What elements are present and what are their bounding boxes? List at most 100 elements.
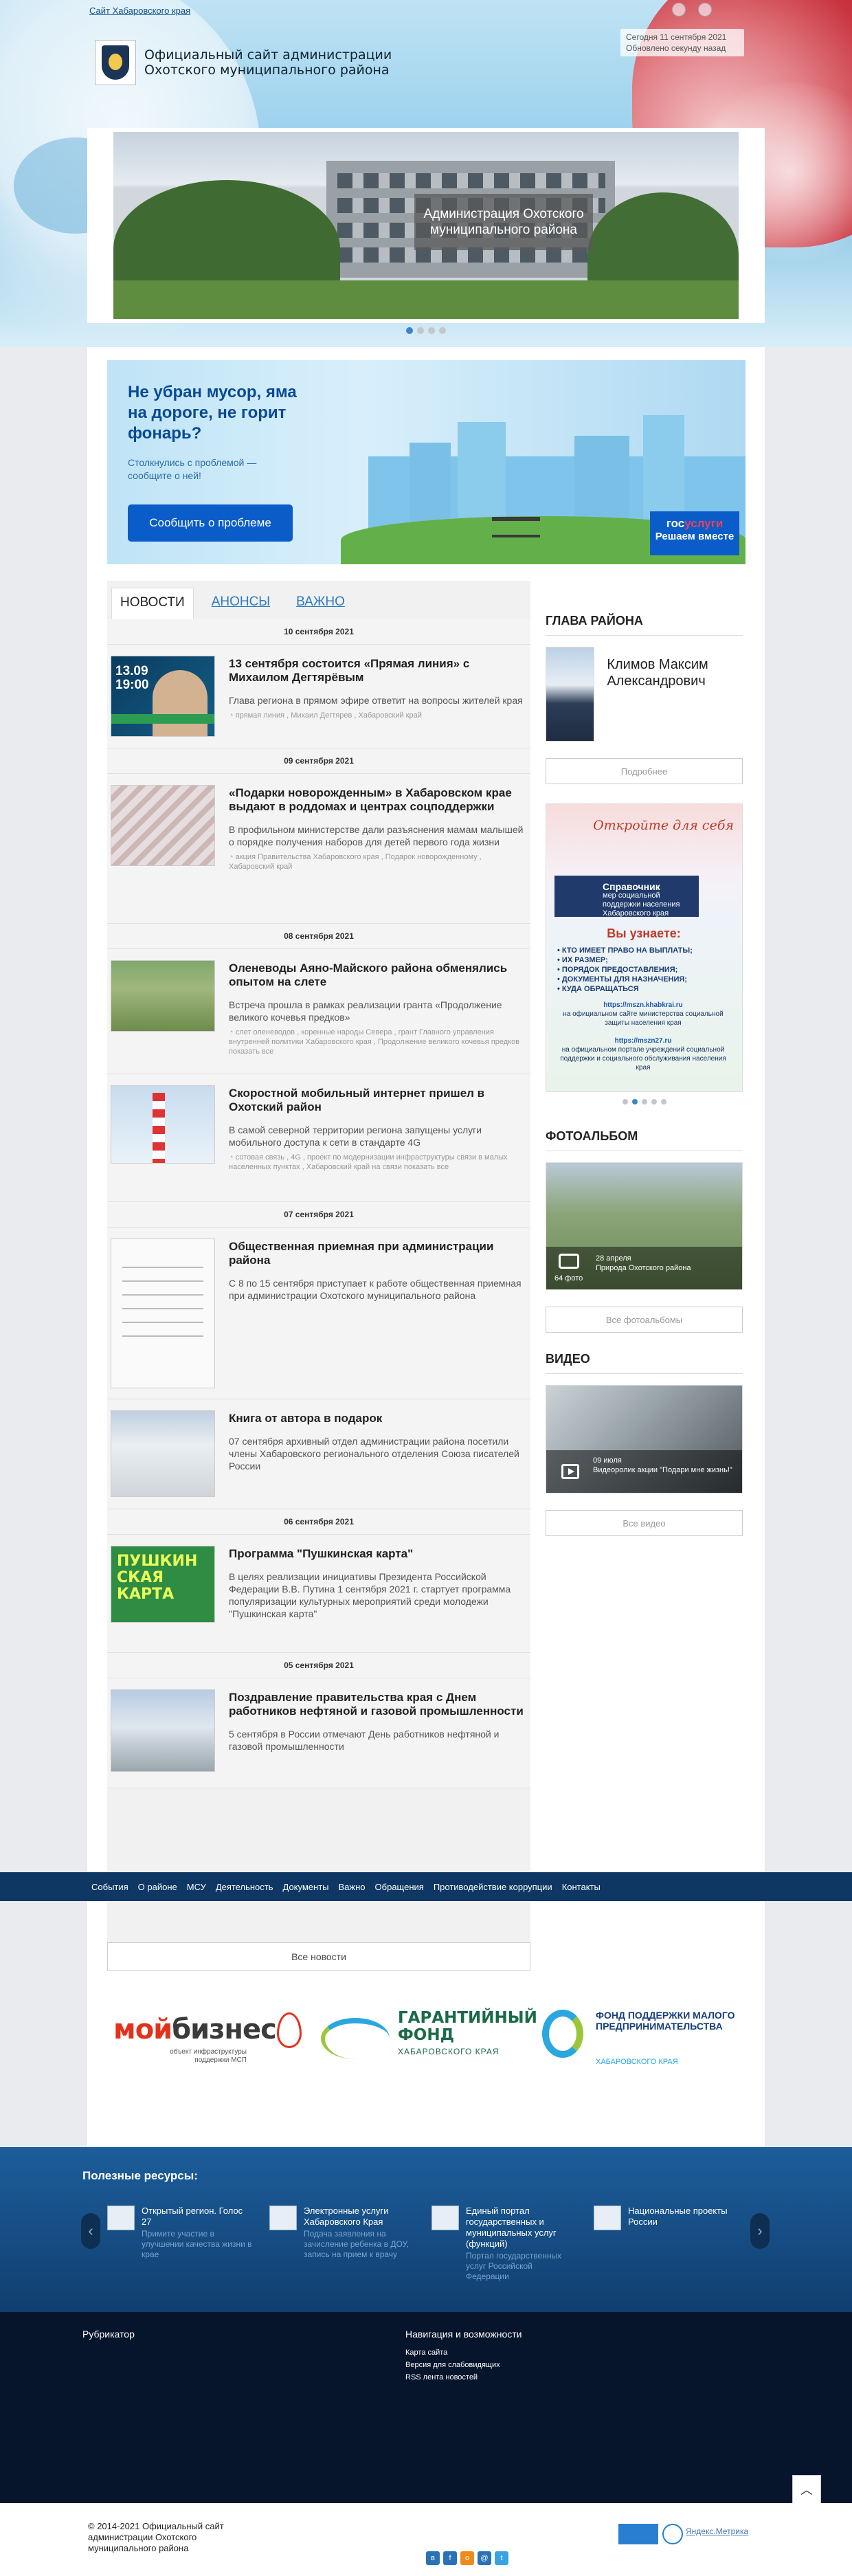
resource-item[interactable]: Открытый регион. Голос 27 Примите участи… bbox=[107, 2206, 253, 2282]
nav-item-about[interactable]: О районе bbox=[138, 1882, 177, 1892]
news-tags[interactable]: сотовая связь , 4G , проект по модерниза… bbox=[229, 1153, 527, 1172]
support-fund-logo[interactable]: ФОНД ПОДДЕРЖКИ МАЛОГО ПРЕДПРИНИМАТЕЛЬСТВ… bbox=[596, 2010, 747, 2032]
counter-logo-icon[interactable] bbox=[662, 2524, 683, 2544]
news-item[interactable]: Книга от автора в подарок 07 сентября ар… bbox=[107, 1399, 530, 1509]
nav-item-important[interactable]: Важно bbox=[339, 1882, 366, 1892]
photoalbum-heading: ФОТОАЛЬБОМ bbox=[546, 1125, 743, 1151]
resource-item[interactable]: Электронные услуги Хабаровского Края Под… bbox=[269, 2206, 415, 2282]
slider-dot[interactable] bbox=[660, 1099, 666, 1104]
resource-title[interactable]: Единый портал государственных и муниципа… bbox=[466, 2206, 577, 2250]
head-photo[interactable] bbox=[546, 647, 595, 742]
photoalbum-card[interactable]: 28 апреля Природа Охотского района 64 фо… bbox=[546, 1162, 743, 1290]
slider-dot[interactable] bbox=[406, 327, 413, 334]
resource-title[interactable]: Электронные услуги Хабаровского Края bbox=[304, 2206, 415, 2228]
slider-dot[interactable] bbox=[651, 1099, 657, 1104]
site-brand[interactable]: Официальный сайт администрации Охотского… bbox=[95, 40, 433, 85]
nav-item-msu[interactable]: МСУ bbox=[187, 1882, 206, 1892]
prev-arrow-icon[interactable]: ‹ bbox=[81, 2213, 100, 2249]
next-arrow-icon[interactable]: › bbox=[750, 2213, 770, 2249]
sitemap-link[interactable]: Карта сайта bbox=[405, 2346, 500, 2359]
news-title[interactable]: «Подарки новорожденным» в Хабаровском кр… bbox=[229, 786, 527, 814]
regional-site-link[interactable]: Сайт Хабаровского края bbox=[89, 5, 190, 16]
mail-icon[interactable]: @ bbox=[478, 2551, 491, 2565]
news-title[interactable]: Скоростной мобильный интернет пришел в О… bbox=[229, 1087, 527, 1114]
news-title[interactable]: Программа "Пушкинская карта" bbox=[229, 1547, 527, 1561]
all-news-button[interactable]: Все новости bbox=[107, 1942, 530, 1971]
report-problem-button[interactable]: Сообщить о проблеме bbox=[128, 504, 293, 542]
news-tags[interactable]: прямая линия , Михаил Дегтярев , Хабаров… bbox=[229, 711, 527, 720]
nav-item-contacts[interactable]: Контакты bbox=[562, 1882, 601, 1892]
resource-item[interactable]: Национальные проекты России bbox=[594, 2206, 739, 2282]
promo-guide: Справочник мер социальной поддержки насе… bbox=[554, 876, 699, 918]
all-videos-button[interactable]: Все видео bbox=[546, 1510, 743, 1536]
resource-title[interactable]: Национальные проекты России bbox=[628, 2206, 739, 2228]
news-thumbnail[interactable] bbox=[111, 1410, 215, 1497]
promo-url-1[interactable]: https://mszn.khabkrai.ru bbox=[603, 1001, 683, 1009]
tab-announcements[interactable]: АНОНСЫ bbox=[203, 588, 278, 619]
news-thumbnail[interactable] bbox=[111, 785, 215, 866]
news-tags[interactable]: акция Правительства Хабаровского края , … bbox=[229, 852, 527, 871]
news-item[interactable]: Общественная приемная при администрации … bbox=[107, 1228, 530, 1399]
nav-item-documents[interactable]: Документы bbox=[283, 1882, 329, 1892]
visitor-counter[interactable] bbox=[618, 2524, 658, 2544]
twitter-icon[interactable]: t bbox=[495, 2551, 508, 2565]
slider-dot[interactable] bbox=[631, 1099, 638, 1104]
nav-item-events[interactable]: События bbox=[91, 1882, 128, 1892]
news-tags[interactable]: слет оленеводов , коренные народы Севера… bbox=[229, 1028, 527, 1056]
news-title[interactable]: Книга от автора в подарок bbox=[229, 1412, 527, 1425]
news-title[interactable]: Поздравление правительства края с Днем р… bbox=[229, 1691, 527, 1718]
social-support-banner[interactable]: Откройте для себя Справочник мер социаль… bbox=[546, 803, 743, 1092]
news-title[interactable]: 13 сентября состоится «Прямая линия» с М… bbox=[229, 657, 527, 685]
moy-biznes-a: мой bbox=[113, 2014, 172, 2045]
promo-url-2[interactable]: https://mszn27.ru bbox=[615, 1037, 672, 1045]
news-title[interactable]: Оленеводы Аяно-Майского района обменялис… bbox=[229, 962, 527, 989]
slider-dot[interactable] bbox=[428, 327, 435, 334]
search-icon[interactable] bbox=[698, 3, 712, 16]
tab-important[interactable]: ВАЖНО bbox=[288, 588, 353, 619]
news-thumbnail[interactable] bbox=[111, 1085, 215, 1164]
slider-dot[interactable] bbox=[622, 1099, 628, 1104]
news-item[interactable]: Поздравление правительства края с Днем р… bbox=[107, 1678, 530, 1788]
slider-dot[interactable] bbox=[641, 1099, 647, 1104]
accessible-version-link[interactable]: Версия для слабовидящих bbox=[405, 2359, 500, 2371]
nav-item-anticorruption[interactable]: Противодействие коррупции bbox=[434, 1882, 552, 1892]
news-thumbnail[interactable]: 13.09 19:00 bbox=[111, 656, 215, 737]
vk-icon[interactable]: в bbox=[426, 2551, 440, 2565]
news-thumbnail[interactable] bbox=[111, 1239, 215, 1388]
head-more-button[interactable]: Подробнее bbox=[546, 758, 743, 784]
odnoklassniki-icon[interactable]: о bbox=[460, 2551, 474, 2565]
video-card[interactable]: 09 июля Видеоролик акции "Подари мне жиз… bbox=[546, 1385, 743, 1494]
news-date: 09 сентября 2021 bbox=[107, 748, 530, 774]
resource-title[interactable]: Открытый регион. Голос 27 bbox=[142, 2206, 253, 2228]
facebook-icon[interactable]: f bbox=[443, 2551, 457, 2565]
main-slider[interactable]: Администрация Охотского муниципального р… bbox=[87, 128, 765, 323]
slide-caption[interactable]: Администрация Охотского муниципального р… bbox=[414, 194, 593, 250]
nav-item-appeals[interactable]: Обращения bbox=[375, 1882, 424, 1892]
yandex-metrika-link[interactable]: Яндекс.Метрика bbox=[686, 2527, 748, 2536]
guarantee-fund-logo[interactable]: ГАРАНТИЙНЫЙ ФОНД bbox=[398, 2010, 537, 2044]
all-albums-button[interactable]: Все фотоальбомы bbox=[546, 1307, 743, 1333]
tab-news[interactable]: НОВОСТИ bbox=[111, 588, 194, 619]
accessibility-icon[interactable] bbox=[672, 3, 686, 16]
news-title[interactable]: Общественная приемная при администрации … bbox=[229, 1240, 527, 1267]
nav-item-activity[interactable]: Деятельность bbox=[216, 1882, 273, 1892]
e-services-icon bbox=[269, 2206, 297, 2230]
news-thumbnail[interactable] bbox=[111, 1689, 215, 1772]
slider-dot[interactable] bbox=[417, 327, 424, 334]
news-item[interactable]: ПУШКИН СКАЯ КАРТА Программа "Пушкинская … bbox=[107, 1535, 530, 1653]
news-item[interactable]: «Подарки новорожденным» в Хабаровском кр… bbox=[107, 774, 530, 924]
head-name[interactable]: Климов Максим Александрович bbox=[607, 647, 743, 689]
news-item[interactable]: Скоростной мобильный интернет пришел в О… bbox=[107, 1074, 530, 1202]
news-tabs: НОВОСТИ АНОНСЫ ВАЖНО bbox=[107, 581, 530, 619]
gosuslugi-banner[interactable]: Не убран мусор, яма на дороге, не горит … bbox=[107, 360, 746, 564]
news-thumbnail[interactable]: ПУШКИН СКАЯ КАРТА bbox=[111, 1546, 215, 1623]
rubricator-link[interactable]: Рубрикатор bbox=[82, 2329, 135, 2340]
news-item[interactable]: Оленеводы Аяно-Майского района обменялис… bbox=[107, 949, 530, 1074]
news-item[interactable]: 13.09 19:00 13 сентября состоится «Пряма… bbox=[107, 645, 530, 748]
slider-dot[interactable] bbox=[439, 327, 446, 334]
news-thumbnail[interactable] bbox=[111, 960, 215, 1032]
scroll-to-top-icon[interactable]: ︿ bbox=[792, 2475, 821, 2504]
moy-biznes-logo[interactable]: мойбизнес bbox=[113, 2014, 277, 2045]
rss-link[interactable]: RSS лента новостей bbox=[405, 2371, 500, 2384]
resource-item[interactable]: Единый портал государственных и муниципа… bbox=[431, 2206, 577, 2282]
